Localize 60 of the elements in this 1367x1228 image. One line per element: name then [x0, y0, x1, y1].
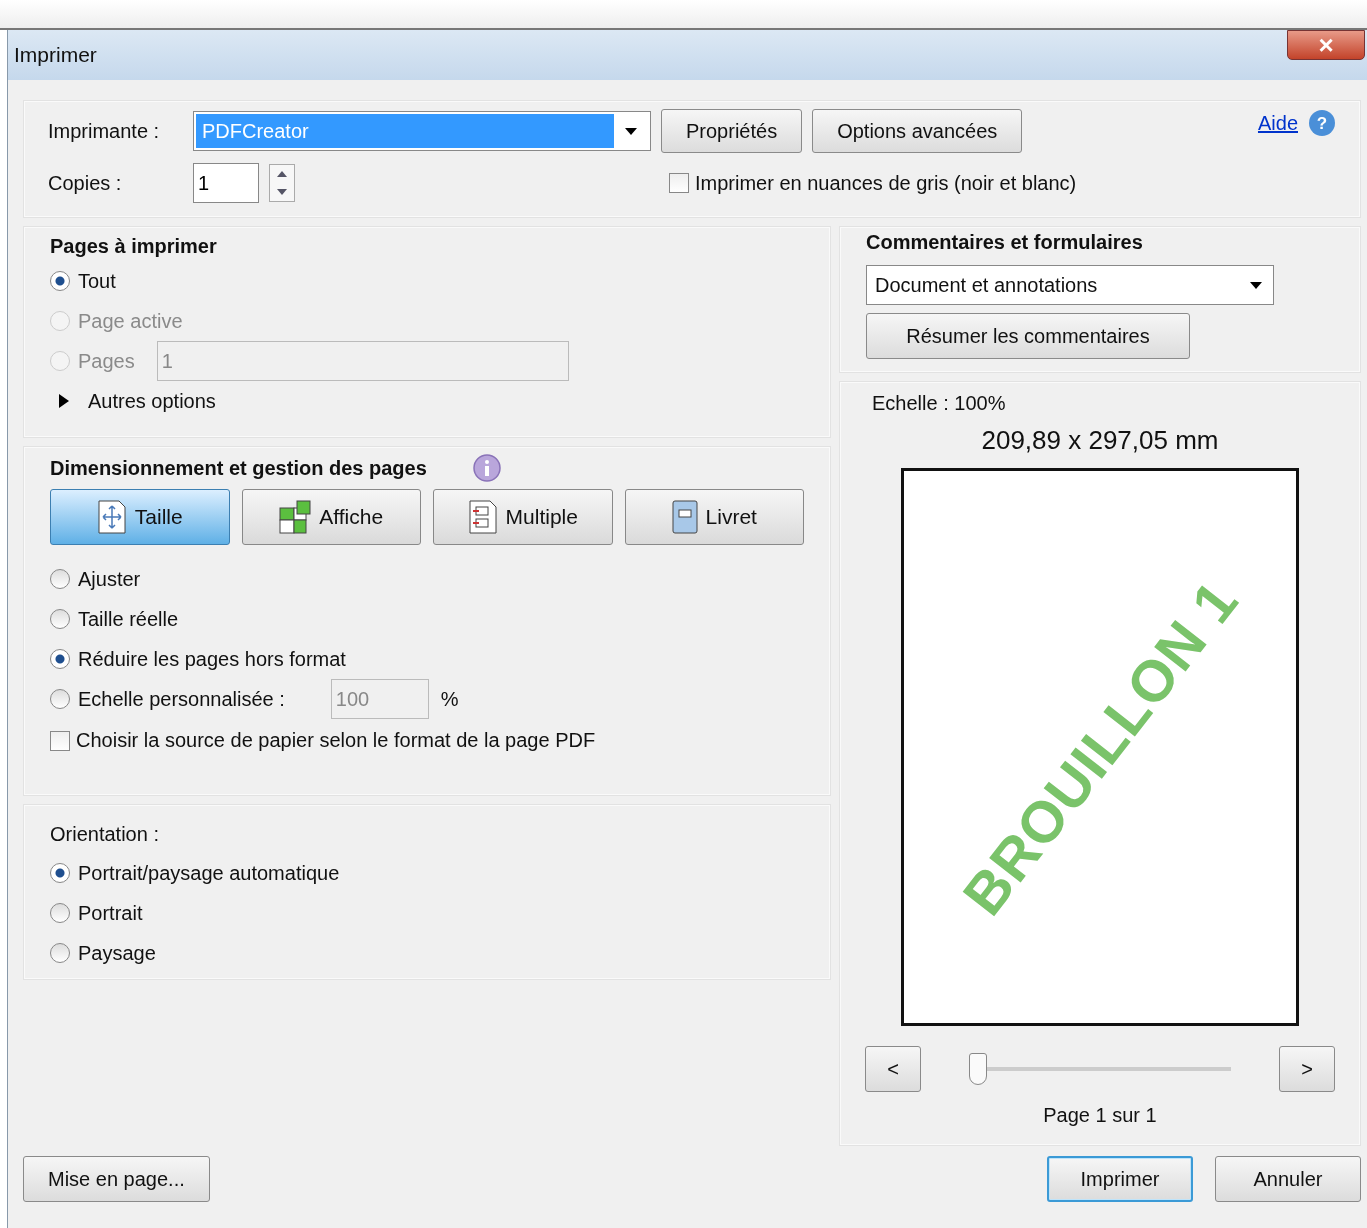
radio-button[interactable]: [50, 649, 70, 669]
section-title: Orientation :: [50, 823, 160, 847]
mode-tab[interactable]: Livret: [624, 489, 804, 545]
page-size-label: 209,89 x 297,05 mm: [981, 425, 1219, 456]
radio-label: Page active: [78, 309, 183, 333]
comments-dropdown[interactable]: Document et annotations: [866, 265, 1274, 305]
radio-button[interactable]: [50, 569, 70, 589]
more-options-link[interactable]: Autres options: [88, 389, 216, 413]
radio-label: Portrait: [78, 901, 143, 925]
window-title: Imprimer: [14, 43, 97, 67]
dialog-button[interactable]: Imprimer: [1047, 1156, 1193, 1202]
page-counter: Page 1 sur 1: [1043, 1104, 1157, 1127]
radio-button[interactable]: [50, 271, 70, 291]
radio-label: Pages: [78, 349, 135, 373]
copies-label: Copies :: [48, 171, 123, 195]
scale-label: Echelle : 100%: [872, 392, 1006, 415]
radio-button[interactable]: [50, 903, 70, 923]
radio-label: Taille réelle: [78, 607, 179, 631]
copies-field[interactable]: 1: [193, 163, 259, 203]
radio-button[interactable]: [50, 689, 70, 709]
resize-arrows-icon: [96, 500, 127, 534]
mode-tab[interactable]: Taille: [50, 489, 230, 545]
next-page-button[interactable]: >: [1279, 1046, 1335, 1092]
checkbox[interactable]: [669, 173, 689, 193]
page-setup-button[interactable]: Mise en page...: [23, 1156, 210, 1202]
help-icon: ?: [1308, 109, 1336, 137]
radio-button[interactable]: [50, 863, 70, 883]
dropdown-arrow-icon: [625, 127, 637, 135]
summarize-comments-button[interactable]: Résumer les commentaires: [866, 313, 1190, 359]
radio-label: Tout: [78, 269, 116, 293]
tiled-pages-icon: [279, 500, 312, 534]
slider-thumb[interactable]: [969, 1053, 987, 1085]
printer-label: Imprimante :: [48, 119, 161, 143]
mode-tab[interactable]: Affiche: [241, 489, 421, 545]
copies-spinner[interactable]: [269, 164, 295, 202]
radio-label: Paysage: [78, 941, 156, 965]
info-icon[interactable]: [472, 454, 501, 482]
expand-triangle-icon[interactable]: [58, 394, 70, 408]
radio-label: Ajuster: [78, 567, 141, 591]
section-title: Commentaires et formulaires: [866, 230, 1144, 255]
radio-button[interactable]: [50, 943, 70, 963]
previous-page-button[interactable]: <: [865, 1046, 921, 1092]
help-link[interactable]: Aide: [1257, 111, 1298, 135]
dialog-button[interactable]: Propriétés: [661, 109, 803, 153]
radio-label: Echelle personnalisée :: [78, 687, 285, 711]
checkbox-label: Imprimer en nuances de gris (noir et blanc): [695, 171, 1077, 195]
dropdown-arrow-icon: [1250, 281, 1262, 289]
dialog-button[interactable]: Options avancées: [812, 109, 1023, 153]
multiple-pages-icon: [467, 500, 498, 534]
radio-button[interactable]: [50, 609, 70, 629]
radio-label: Réduire les pages hors format: [78, 647, 346, 671]
booklet-icon: [671, 500, 698, 534]
section-title: Dimensionnement et gestion des pages: [50, 456, 427, 481]
dialog-button[interactable]: Annuler: [1215, 1156, 1361, 1202]
unit-label: %: [440, 687, 459, 711]
checkbox-label: Choisir la source de papier selon le format de la page PDF: [76, 729, 596, 752]
checkbox[interactable]: [50, 730, 70, 751]
radio-label: Portrait/paysage automatique: [78, 861, 340, 885]
mode-tab[interactable]: Multiple: [433, 489, 613, 545]
section-title: Pages à imprimer: [50, 234, 218, 259]
